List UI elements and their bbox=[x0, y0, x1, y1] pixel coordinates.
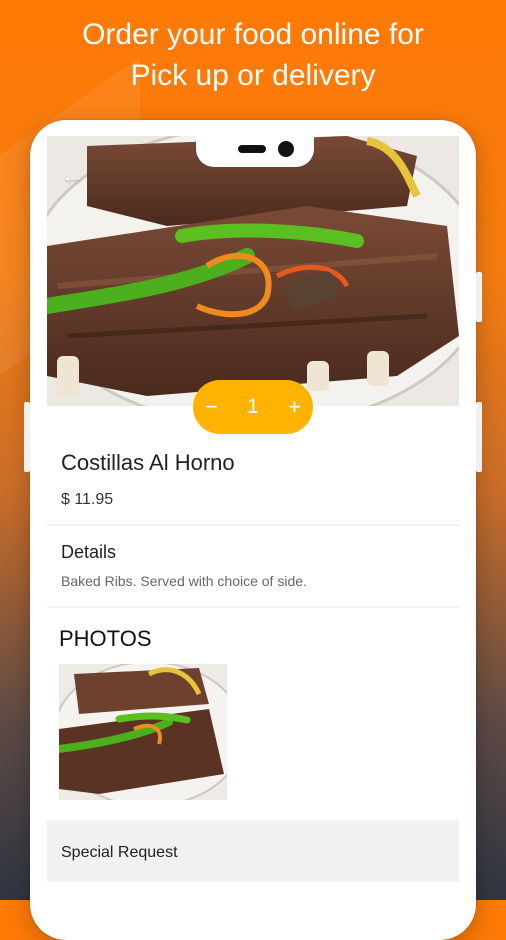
back-arrow-icon[interactable]: ← bbox=[61, 162, 85, 190]
details-card: Details Baked Ribs. Served with choice o… bbox=[47, 526, 459, 606]
front-camera bbox=[278, 141, 294, 157]
increase-quantity-button[interactable]: + bbox=[288, 394, 301, 420]
item-title: Costillas Al Horno bbox=[61, 450, 235, 475]
phone-side-button bbox=[476, 272, 482, 322]
headline-line-1: Order your food online for bbox=[82, 18, 424, 51]
ribs-photo bbox=[47, 136, 459, 406]
decrease-quantity-button[interactable]: − bbox=[205, 394, 218, 420]
special-request-section: Special Request bbox=[47, 822, 459, 882]
special-request-input[interactable] bbox=[47, 882, 459, 900]
app-screen: ← − 1 + Costillas Al Horno $ 11.95 Detai… bbox=[47, 136, 459, 900]
promo-headline: Order your food online for Pick up or de… bbox=[0, 14, 506, 96]
photo-thumbnail[interactable] bbox=[59, 664, 227, 800]
headline-line-2: Pick up or delivery bbox=[130, 59, 376, 92]
details-heading: Details bbox=[61, 542, 117, 562]
special-request-label: Special Request bbox=[61, 844, 178, 861]
thumbnail-image bbox=[59, 664, 227, 800]
phone-side-button-left bbox=[24, 402, 30, 472]
photos-heading: PHOTOS bbox=[59, 626, 152, 651]
phone-side-button-right bbox=[476, 402, 482, 472]
photos-card: PHOTOS bbox=[47, 608, 459, 820]
quantity-stepper[interactable]: − 1 + bbox=[193, 380, 313, 434]
quantity-value: 1 bbox=[247, 395, 259, 418]
item-price: $ 11.95 bbox=[61, 491, 114, 508]
item-hero-image: ← bbox=[47, 136, 459, 406]
details-description: Baked Ribs. Served with choice of side. bbox=[61, 573, 307, 589]
speaker bbox=[238, 145, 266, 153]
phone-notch bbox=[196, 136, 314, 167]
